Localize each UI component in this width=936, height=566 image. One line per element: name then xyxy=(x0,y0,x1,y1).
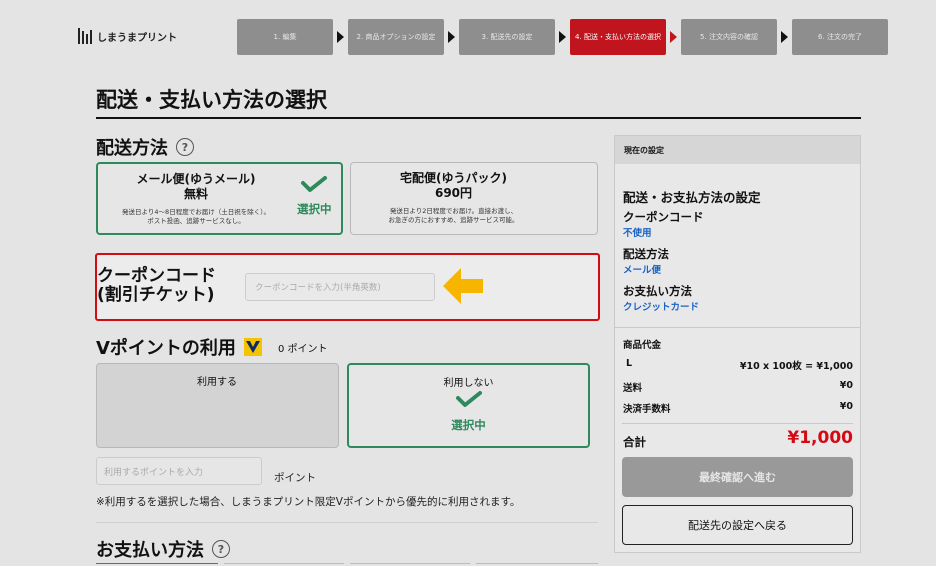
step-arrow-icon xyxy=(777,31,792,43)
parcel-option-name: 宅配便(ゆうパック) xyxy=(400,171,507,185)
total-label: 合計 xyxy=(623,435,646,449)
summary-payment-value: クレジットカード xyxy=(623,302,700,313)
shipping-title: 配送方法 xyxy=(96,138,168,159)
vpoint-selected-label: 選択中 xyxy=(451,418,486,432)
logo-text: しまうまプリント xyxy=(97,32,177,44)
coupon-label: クーポンコード (割引チケット) xyxy=(97,266,216,306)
shipping-option-parcel[interactable]: 宅配便(ゆうパック) 690円 発送日より2日程度でお届け。直接お渡し、 お急ぎ… xyxy=(350,162,598,235)
step-arrow-icon xyxy=(333,31,348,43)
total-value: ¥1,000 xyxy=(787,428,853,448)
mail-option-name: メール便(ゆうメール) xyxy=(136,172,256,186)
vpoint-logo-icon xyxy=(243,338,262,356)
step-4-active: 4. 配送・支払い方法の選択 xyxy=(570,19,666,55)
payment-fee-value: ¥0 xyxy=(839,401,853,412)
summary-shipping-label: 配送方法 xyxy=(623,247,669,261)
step-arrow-icon xyxy=(666,31,681,43)
vpoint-nouse-label: 利用しない xyxy=(443,378,494,389)
shipping-section-title: 配送方法 ? xyxy=(96,134,194,160)
vpoint-note: ※利用するを選択した場合、しまうまプリント限定Vポイントから優先的に利用されます… xyxy=(96,496,521,508)
step-6: 6. 注文の完了 xyxy=(792,19,888,55)
vpoint-section-title: Vポイントの利用 0 ポイント xyxy=(96,334,327,360)
size-price: ¥10 x 100枚 = ¥1,000 xyxy=(739,361,853,372)
vpoint-title: Vポイントの利用 xyxy=(96,338,236,359)
step-1: 1. 編集 xyxy=(237,19,333,55)
step-5: 5. 注文内容の確認 xyxy=(681,19,777,55)
coupon-label-line2: (割引チケット) xyxy=(97,285,215,306)
summary-divider xyxy=(622,423,853,424)
summary-header: 現在の設定 xyxy=(615,136,860,164)
step-3: 3. 配送先の設定 xyxy=(459,19,555,55)
vpoint-amount-input[interactable]: 利用するポイントを入力 xyxy=(96,457,262,485)
parcel-option-note-2: お急ぎの方におすすめ、追跡サービス可能。 xyxy=(388,215,519,224)
progress-steps: 1. 編集 2. 商品オプションの設定 3. 配送先の設定 4. 配送・支払い方… xyxy=(237,19,888,55)
checkmark-icon xyxy=(456,391,482,407)
payment-section-title: お支払い方法 ? xyxy=(96,536,230,562)
logo[interactable]: しまうまプリント xyxy=(78,28,177,44)
back-to-address-button[interactable]: 配送先の設定へ戻る xyxy=(622,505,853,545)
mail-option-note-2: ポスト投函、追跡サービスなし。 xyxy=(147,216,245,225)
arrow-left-icon xyxy=(443,268,483,304)
mail-option-price: 無料 xyxy=(183,187,208,201)
mail-option-note-1: 発送日より4〜8日程度でお届け（土日祝を除く）。 xyxy=(122,208,270,216)
product-price-label: 商品代金 xyxy=(623,340,662,351)
size-label: L xyxy=(626,358,633,369)
vpoint-use-option[interactable]: 利用する xyxy=(96,363,339,448)
logo-bars-icon xyxy=(78,28,92,44)
summary-coupon-label: クーポンコード xyxy=(623,210,704,224)
parcel-option-price: 690円 xyxy=(434,186,473,200)
payment-title: お支払い方法 xyxy=(96,540,204,561)
summary-coupon-value: 不使用 xyxy=(623,228,652,239)
proceed-to-confirm-button[interactable]: 最終確認へ進む xyxy=(622,457,853,497)
shipping-option-mail[interactable]: メール便(ゆうメール) 無料 発送日より4〜8日程度でお届け（土日祝を除く）。 … xyxy=(96,162,343,235)
step-arrow-icon xyxy=(444,31,459,43)
step-2: 2. 商品オプションの設定 xyxy=(348,19,444,55)
title-divider xyxy=(96,117,861,119)
shipping-fee-label: 送料 xyxy=(623,383,643,394)
shipping-fee-value: ¥0 xyxy=(839,380,853,391)
summary-divider xyxy=(615,327,860,328)
mail-selected-label: 選択中 xyxy=(297,202,332,216)
summary-title: 配送・お支払方法の設定 xyxy=(623,190,761,205)
summary-payment-label: お支払い方法 xyxy=(623,284,692,298)
vpoint-balance: 0 ポイント xyxy=(277,343,328,355)
coupon-code-input[interactable]: クーポンコードを入力(半角英数) xyxy=(245,273,435,301)
vpoint-nouse-option[interactable]: 利用しない 選択中 xyxy=(347,363,590,448)
payment-fee-label: 決済手数料 xyxy=(623,404,671,415)
help-icon[interactable]: ? xyxy=(176,138,194,156)
page-title: 配送・支払い方法の選択 xyxy=(96,88,327,112)
summary-shipping-value: メール便 xyxy=(623,265,662,276)
help-icon[interactable]: ? xyxy=(212,540,230,558)
coupon-label-line1: クーポンコード xyxy=(97,266,216,286)
section-divider xyxy=(96,522,598,523)
step-arrow-icon xyxy=(555,31,570,43)
vpoint-unit: ポイント xyxy=(274,472,316,484)
checkmark-icon xyxy=(301,176,327,192)
vpoint-use-label: 利用する xyxy=(197,377,237,388)
parcel-option-note-1: 発送日より2日程度でお届け。直接お渡し、 xyxy=(389,207,518,215)
